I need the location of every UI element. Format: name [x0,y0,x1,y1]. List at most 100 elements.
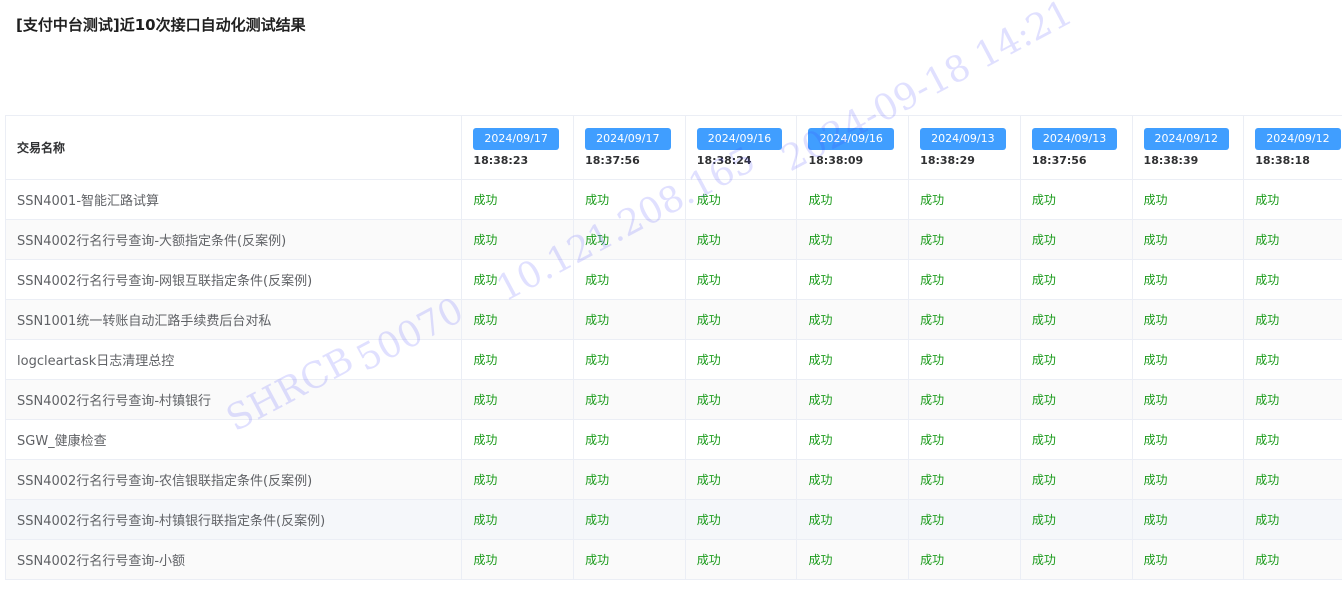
transaction-name-cell: SGW_健康检查 [6,419,463,460]
result-status-cell: 成功 [1020,179,1133,220]
run-date-tag: 2024/09/13 [920,128,1006,150]
result-status-cell: 成功 [1020,499,1133,540]
result-status-cell: 成功 [908,379,1021,420]
page-title: [支付中台测试]近10次接口自动化测试结果 [16,16,306,34]
result-status-cell: 成功 [461,459,575,500]
run-date-tag: 2024/09/16 [808,128,894,150]
run-time: 18:38:29 [920,154,975,167]
result-status-cell: 成功 [461,219,575,260]
result-status-cell: 成功 [908,419,1021,460]
result-status-cell: 成功 [1132,419,1245,460]
table-row[interactable]: SGW_健康检查 成功 成功 成功 成功 成功 成功 成功 成功 [6,419,1342,460]
result-status-cell: 成功 [1243,379,1342,420]
column-header-run-4: 2024/09/16 18:38:09 [796,115,910,180]
result-status-cell: 成功 [796,179,910,220]
result-status-cell: 成功 [1132,339,1245,380]
result-status-cell: 成功 [685,459,798,500]
run-time: 18:37:56 [1031,154,1087,167]
table-row[interactable]: SSN4002行名行号查询-小额 成功 成功 成功 成功 成功 成功 成功 成功 [6,539,1342,580]
result-status-cell: 成功 [1132,179,1245,220]
result-status-cell: 成功 [1020,379,1133,420]
result-status-cell: 成功 [1243,259,1342,300]
transaction-name-cell: SSN4002行名行号查询-村镇银行 [6,379,463,420]
result-status-cell: 成功 [796,299,910,340]
run-date-tag: 2024/09/17 [585,128,671,150]
run-time: 18:38:18 [1255,154,1310,167]
result-status-cell: 成功 [1132,539,1245,580]
table-row[interactable]: SSN4002行名行号查询-大额指定条件(反案例) 成功 成功 成功 成功 成功 成功 成功成… [6,219,1342,260]
result-status-cell: 成功 [461,539,575,580]
result-status-cell: 成功 [908,219,1021,260]
result-status-cell: 成功 [796,339,910,380]
run-date-tag: 2024/09/13 [1031,128,1118,150]
result-status-cell: 成功 [1132,499,1245,540]
table-row[interactable]: logcleartask日志清理总控 成功 成功 成功 成功 成功 成功 成功 成功 [6,339,1342,380]
column-header-run-2: 2024/09/17 18:37:56 [573,115,686,180]
result-status-cell: 成功 [1020,539,1133,580]
result-status-cell: 成功 [573,299,686,340]
table-row[interactable]: SSN4002行名行号查询-农信银联指定条件(反案例) 成功 成功 成功 成功 成功 成功成… [6,459,1342,500]
result-status-cell: 成功 [573,419,686,460]
result-status-cell: 成功 [1243,339,1342,380]
result-status-cell: 成功 [685,219,798,260]
transaction-name-cell: SSN4002行名行号查询-网银互联指定条件(反案例) [6,259,463,300]
results-table-container[interactable]: 交易名称 2024/09/17 18:38:23 2024/09/17 18:37:5… [5,115,1342,580]
result-status-cell: 成功 [1243,219,1342,260]
result-status-cell: 成功 [1020,339,1133,380]
result-status-cell: 成功 [796,459,910,500]
result-status-cell: 成功 [685,339,798,380]
table-row[interactable]: SSN1001统一转账自动汇路手续费后台对私 成功 成功 成功 成功 成功 成功 成功 成功 [6,299,1342,340]
result-status-cell: 成功 [573,499,686,540]
result-status-cell: 成功 [1243,459,1342,500]
result-status-cell: 成功 [796,379,910,420]
result-status-cell: 成功 [1243,299,1342,340]
result-status-cell: 成功 [685,179,798,220]
result-status-cell: 成功 [461,179,575,220]
result-status-cell: 成功 [908,539,1021,580]
result-status-cell: 成功 [1243,539,1342,580]
run-time: 18:38:24 [696,154,752,167]
result-status-cell: 成功 [461,259,575,300]
result-status-cell: 成功 [573,219,686,260]
run-date-tag: 2024/09/17 [473,128,559,150]
result-status-cell: 成功 [573,339,686,380]
table-row[interactable]: SSN4002行名行号查询-村镇银行联指定条件(反案例) 成功 成功 成功 成功 成功 成功… [6,499,1342,540]
result-status-cell: 成功 [1243,419,1342,460]
result-status-cell: 成功 [1020,419,1133,460]
column-header-run-6: 2024/09/13 18:37:56 [1020,115,1133,180]
transaction-name-cell: SSN4002行名行号查询-小额 [6,539,463,580]
result-status-cell: 成功 [796,539,910,580]
column-header-run-7: 2024/09/12 18:38:39 [1132,115,1245,180]
result-status-cell: 成功 [1243,179,1342,220]
run-date-tag: 2024/09/16 [696,128,783,150]
table-row[interactable]: SSN4001-智能汇路试算 成功 成功 成功 成功 成功 成功 成功 成功 [6,179,1342,220]
transaction-name-cell: logcleartask日志清理总控 [6,339,463,380]
run-time: 18:38:23 [473,154,529,167]
column-header-run-3: 2024/09/16 18:38:24 [685,115,798,180]
run-time: 18:37:56 [585,154,640,167]
result-status-cell: 成功 [796,419,910,460]
result-status-cell: 成功 [908,459,1021,500]
result-status-cell: 成功 [908,179,1021,220]
result-status-cell: 成功 [908,259,1021,300]
result-status-cell: 成功 [573,379,686,420]
result-status-cell: 成功 [685,419,798,460]
result-status-cell: 成功 [461,299,575,340]
run-date-tag: 2024/09/12 [1143,128,1229,150]
results-table: 交易名称 2024/09/17 18:38:23 2024/09/17 18:37:5… [6,115,1342,580]
result-status-cell: 成功 [685,499,798,540]
table-row[interactable]: SSN4002行名行号查询-村镇银行 成功 成功 成功 成功 成功 成功 成功 成功 [6,379,1342,420]
result-status-cell: 成功 [796,219,910,260]
result-status-cell: 成功 [908,339,1021,380]
result-status-cell: 成功 [796,499,910,540]
report-page: [支付中台测试]近10次接口自动化测试结果 交易名称 2024/09/17 18:… [0,0,1342,589]
transaction-name-cell: SSN4002行名行号查询-村镇银行联指定条件(反案例) [6,499,463,540]
result-status-cell: 成功 [908,299,1021,340]
result-status-cell: 成功 [1020,219,1133,260]
table-row[interactable]: SSN4002行名行号查询-网银互联指定条件(反案例) 成功 成功 成功 成功 成功 成功成… [6,259,1342,300]
transaction-name-cell: SSN4002行名行号查询-农信银联指定条件(反案例) [6,459,463,500]
run-time: 18:38:09 [808,154,864,167]
result-status-cell: 成功 [685,379,798,420]
result-status-cell: 成功 [1132,219,1245,260]
result-status-cell: 成功 [1132,259,1245,300]
